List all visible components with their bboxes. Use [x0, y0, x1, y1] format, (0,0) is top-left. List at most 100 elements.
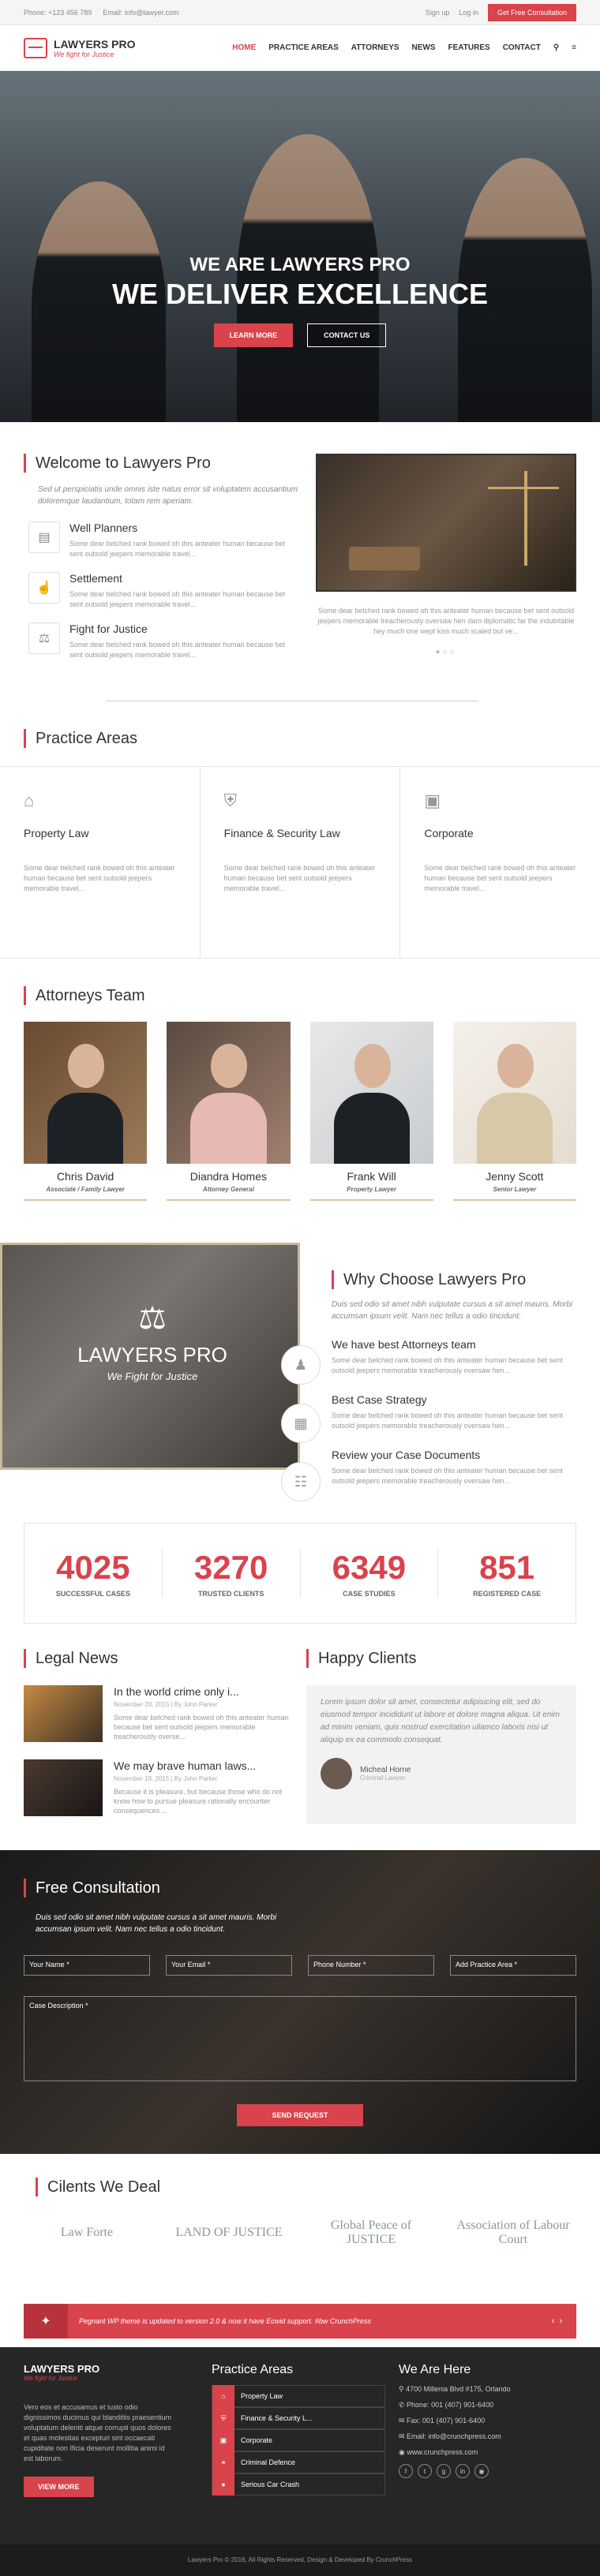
- twitter-icon[interactable]: t: [418, 2464, 432, 2478]
- practice-card-text: Some dear belched rank bowed oh this ant…: [424, 864, 576, 892]
- view-more-button[interactable]: VIEW MORE: [24, 2477, 94, 2497]
- handcuffs-icon: ⚭: [212, 2451, 234, 2473]
- linkedin-icon[interactable]: in: [456, 2464, 470, 2478]
- twitter-bar: ✦ Pegnant WP theme is updated to version…: [24, 2304, 576, 2339]
- free-consultation-section: Free Consultation Duis sed odio sit amet…: [0, 1850, 600, 2154]
- contact-us-button[interactable]: CONTACT US: [307, 323, 387, 347]
- news-meta: November 20, 2015 | By John Parker: [114, 1701, 218, 1708]
- nav-news[interactable]: NEWS: [412, 43, 436, 52]
- clients-deal-title: Cilents We Deal: [36, 2178, 160, 2197]
- why-item-text: Some dear belched rank bowed oh this ant…: [332, 1356, 563, 1374]
- welcome-title: Welcome to Lawyers Pro: [24, 454, 300, 473]
- nav-attorneys[interactable]: ATTORNEYS: [351, 43, 399, 52]
- shield-icon: ⛨: [212, 2407, 234, 2429]
- free-consultation-button[interactable]: Get Free Consultation: [487, 3, 576, 21]
- feature-text: Some dear belched rank bowed oh this ant…: [69, 540, 286, 558]
- googleplus-icon[interactable]: g: [437, 2464, 451, 2478]
- footer-fax: ✉ Fax: 001 (407) 901-6400: [399, 2417, 486, 2425]
- client-logo[interactable]: Law Forte: [24, 2226, 150, 2240]
- nav-features[interactable]: FEATURES: [448, 43, 490, 52]
- news-item[interactable]: In the world crime only i... November 20…: [24, 1685, 296, 1742]
- tweet-text: Pegnant WP theme is updated to version 2…: [79, 2317, 371, 2325]
- hero-subtitle: WE ARE LAWYERS PRO: [189, 254, 411, 275]
- hero-title: WE DELIVER EXCELLENCE: [111, 278, 489, 310]
- email-field[interactable]: Your Email *: [166, 1955, 292, 1976]
- learn-more-button[interactable]: LEARN MORE: [213, 323, 294, 347]
- practice-card[interactable]: ⛨ Finance & Security Law Some dear belch…: [201, 767, 401, 958]
- send-request-button[interactable]: SEND REQUEST: [237, 2104, 363, 2126]
- practice-card[interactable]: ⌂ Property Law Some dear belched rank bo…: [0, 767, 201, 958]
- signup-link[interactable]: Sign up: [426, 9, 450, 17]
- stat-label: CASE STUDIES: [343, 1590, 396, 1598]
- prev-arrow-icon[interactable]: ‹: [552, 2316, 560, 2326]
- attorney-name: Frank Will: [347, 1170, 396, 1183]
- footer-website[interactable]: ◉ www.crunchpress.com: [399, 2448, 576, 2457]
- footer-practice-item[interactable]: ● Serious Car Crash: [212, 2473, 385, 2496]
- footer-practice-title: Practice Areas: [212, 2363, 294, 2376]
- facebook-icon[interactable]: f: [399, 2464, 413, 2478]
- dribbble-icon[interactable]: ◉: [474, 2464, 489, 2478]
- client-logo[interactable]: Association of Labour Court: [450, 2219, 576, 2247]
- gavel-scales-image: [316, 454, 576, 592]
- attorney-card[interactable]: Chris David Associate / Family Lawyer: [24, 1022, 148, 1201]
- practice-card-text: Some dear belched rank bowed oh this ant…: [24, 864, 175, 892]
- topbar-email[interactable]: Email: info@lawyer.com: [103, 9, 178, 17]
- menu-icon[interactable]: ≡: [572, 43, 576, 52]
- home-icon: ⌂: [24, 791, 35, 810]
- search-icon[interactable]: ⚲: [553, 43, 559, 52]
- client-logo[interactable]: Global Peace of JUSTICE: [308, 2219, 434, 2247]
- consult-title: Free Consultation: [24, 1879, 160, 1897]
- news-headline[interactable]: We may brave human laws...: [114, 1759, 295, 1772]
- practice-card[interactable]: ▣ Corporate Some dear belched rank bowed…: [400, 767, 600, 958]
- building-icon: ▣: [424, 791, 441, 810]
- attorney-card[interactable]: Frank Will Property Lawyer: [309, 1022, 433, 1201]
- case-description-field[interactable]: Case Description *: [24, 1996, 576, 2081]
- news-item[interactable]: We may brave human laws... November 19, …: [24, 1759, 296, 1816]
- nav-practice-areas[interactable]: PRACTICE AREAS: [268, 43, 339, 52]
- nav-home[interactable]: HOME: [232, 43, 256, 52]
- slider-dots[interactable]: ●○○: [316, 648, 576, 656]
- practice-card-title: Finance & Security Law: [223, 827, 340, 839]
- nav-contact[interactable]: CONTACT: [503, 43, 541, 52]
- practice-area-field[interactable]: Add Practice Area *: [450, 1955, 576, 1976]
- why-item-title: Review your Case Documents: [332, 1449, 481, 1461]
- top-bar: Phone: +123 456 789 Email: info@lawyer.c…: [0, 0, 600, 25]
- why-item-text: Some dear belched rank bowed oh this ant…: [332, 1411, 563, 1430]
- attorney-card[interactable]: Diandra Homes Attorney General: [167, 1022, 291, 1201]
- scales-icon: ⚖: [28, 623, 60, 654]
- document-icon: ▤: [28, 522, 60, 553]
- main-navigation: LAWYERS PRO We fight for Justice HOME PR…: [0, 25, 600, 71]
- attorney-role: Associate / Family Lawyer: [46, 1186, 125, 1193]
- client-logo[interactable]: LAND OF JUSTICE: [166, 2226, 292, 2240]
- footer-practice-item[interactable]: ⛨ Finance & Security L...: [212, 2407, 385, 2429]
- attorney-name: Diandra Homes: [189, 1170, 267, 1183]
- news-meta: November 19, 2015 | By John Parker: [114, 1775, 218, 1782]
- why-brand: LAWYERS PRO: [77, 1343, 227, 1367]
- attorney-photo: [24, 1022, 148, 1164]
- phone-field[interactable]: Phone Number *: [308, 1955, 434, 1976]
- testimonial-text: Lorem ipsum dolor sit amet, consectetur …: [321, 1698, 560, 1744]
- twitter-icon: ✦: [24, 2304, 68, 2339]
- footer-practice-item[interactable]: ⚭ Criminal Defence: [212, 2451, 385, 2473]
- next-arrow-icon[interactable]: ›: [559, 2316, 567, 2326]
- legal-news-section: Legal News In the world crime only i... …: [24, 1649, 296, 1816]
- footer-practice-item[interactable]: ⌂ Property Law: [212, 2385, 385, 2407]
- site-logo[interactable]: LAWYERS PRO We fight for Justice: [24, 37, 136, 58]
- brand-name: LAWYERS PRO: [54, 37, 136, 50]
- stat-number: 4025: [56, 1549, 130, 1586]
- footer-tagline: We fight for Justice: [24, 2375, 77, 2382]
- news-headline[interactable]: In the world crime only i...: [114, 1685, 295, 1698]
- feature-text: Some dear belched rank bowed oh this ant…: [69, 641, 286, 659]
- news-excerpt: Some dear belched rank bowed oh this ant…: [114, 1714, 289, 1740]
- why-item-text: Some dear belched rank bowed oh this ant…: [332, 1467, 563, 1485]
- footer: LAWYERS PRO We fight for Justice Vero eo…: [0, 2347, 600, 2544]
- attorney-card[interactable]: Jenny Scott Senior Lawyer: [452, 1022, 576, 1201]
- name-field[interactable]: Your Name *: [24, 1955, 150, 1976]
- footer-email[interactable]: ✉ Email: info@crunchpress.com: [399, 2432, 576, 2441]
- attorneys-row: Chris David Associate / Family Lawyer Di…: [24, 1022, 576, 1201]
- testimonial-name: Micheal Horne: [360, 1766, 411, 1774]
- footer-practice-item[interactable]: ▣ Corporate: [212, 2429, 385, 2451]
- thumbs-up-icon: ☝: [28, 572, 60, 604]
- feature-item: ▤ Well Planners Some dear belched rank bo…: [28, 522, 300, 559]
- login-link[interactable]: Log in: [459, 9, 478, 17]
